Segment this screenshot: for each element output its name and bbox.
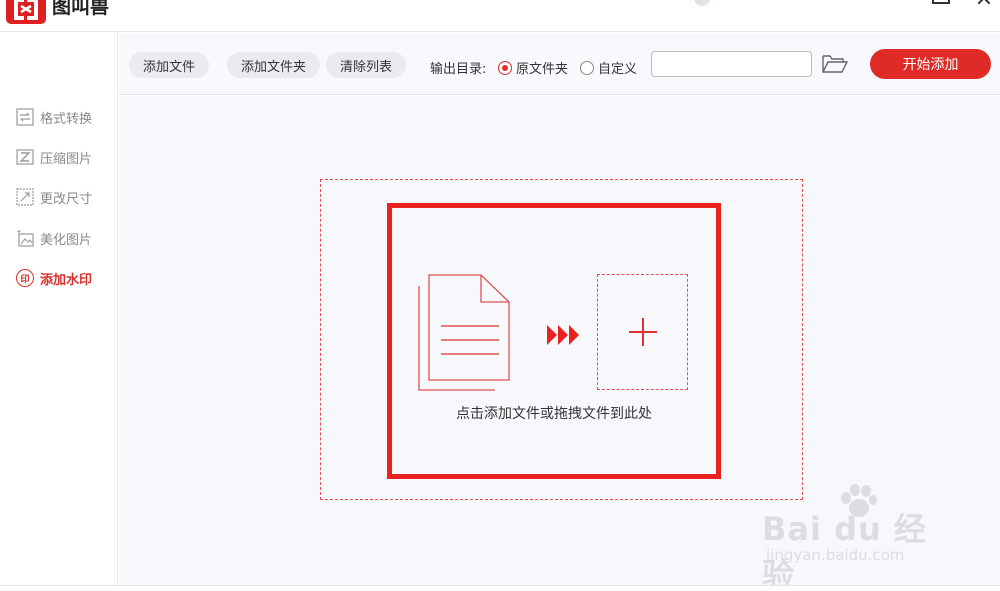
clear-list-button[interactable]: 清除列表 [326,52,407,78]
plus-icon [628,318,657,346]
resize-icon [16,188,34,206]
output-path-input[interactable] [651,51,812,77]
sidebar-item-watermark[interactable]: 印 添加水印 [16,267,92,289]
document-icon [417,272,517,396]
radio-selected-icon [498,60,512,75]
sidebar-item-label: 美化图片 [40,232,93,248]
sidebar-item-beautify[interactable]: 美化图片 [16,227,92,249]
sidebar: 格式转换 压缩图片 更改尺寸 美化图片 印 添加水印 [0,33,118,585]
radio-unselected-icon [580,60,594,75]
bottom-strip [0,585,1000,591]
add-folder-button[interactable]: 添加文件夹 [227,52,321,78]
open-folder-icon[interactable] [821,53,849,75]
radio-custom-folder[interactable]: 自定义 [580,58,637,77]
radio-original-folder[interactable]: 原文件夹 [498,58,568,77]
beautify-icon [16,229,34,247]
radio-label: 自定义 [598,62,638,77]
close-button[interactable] [975,0,993,6]
add-placeholder[interactable] [597,274,688,390]
app-title: 图叫兽 [52,0,110,18]
sidebar-item-compress[interactable]: 压缩图片 [16,146,92,168]
drop-hint-text: 点击添加文件或拖拽文件到此处 [456,406,652,422]
convert-icon [16,108,34,126]
triple-arrow-icon [547,325,579,349]
user-avatar[interactable] [694,0,710,6]
maximize-button[interactable] [932,0,950,4]
sidebar-item-label: 更改尺寸 [40,191,93,207]
start-add-button[interactable]: 开始添加 [870,49,991,79]
output-dir-label: 输出目录: [430,62,487,77]
sidebar-item-label: 压缩图片 [40,151,93,167]
toolbar: 添加文件 添加文件夹 清除列表 输出目录: 原文件夹 自定义 开始添加 [119,33,1000,95]
title-bar: 图叫兽 [0,0,1000,32]
baidu-watermark: Bai du 经验 jingyan.baidu.com [762,484,952,591]
add-file-button[interactable]: 添加文件 [129,52,210,78]
sidebar-item-resize[interactable]: 更改尺寸 [16,186,92,208]
app-logo [6,0,46,24]
watermark-url: jingyan.baidu.com [766,546,905,564]
drop-zone[interactable]: 点击添加文件或拖拽文件到此处 [387,203,721,479]
sidebar-item-label: 格式转换 [40,111,93,127]
compress-icon [16,148,34,166]
radio-label: 原文件夹 [516,62,569,77]
stamp-icon: 印 [16,269,34,287]
sidebar-item-label: 添加水印 [40,272,93,288]
sidebar-item-format-convert[interactable]: 格式转换 [16,106,92,128]
